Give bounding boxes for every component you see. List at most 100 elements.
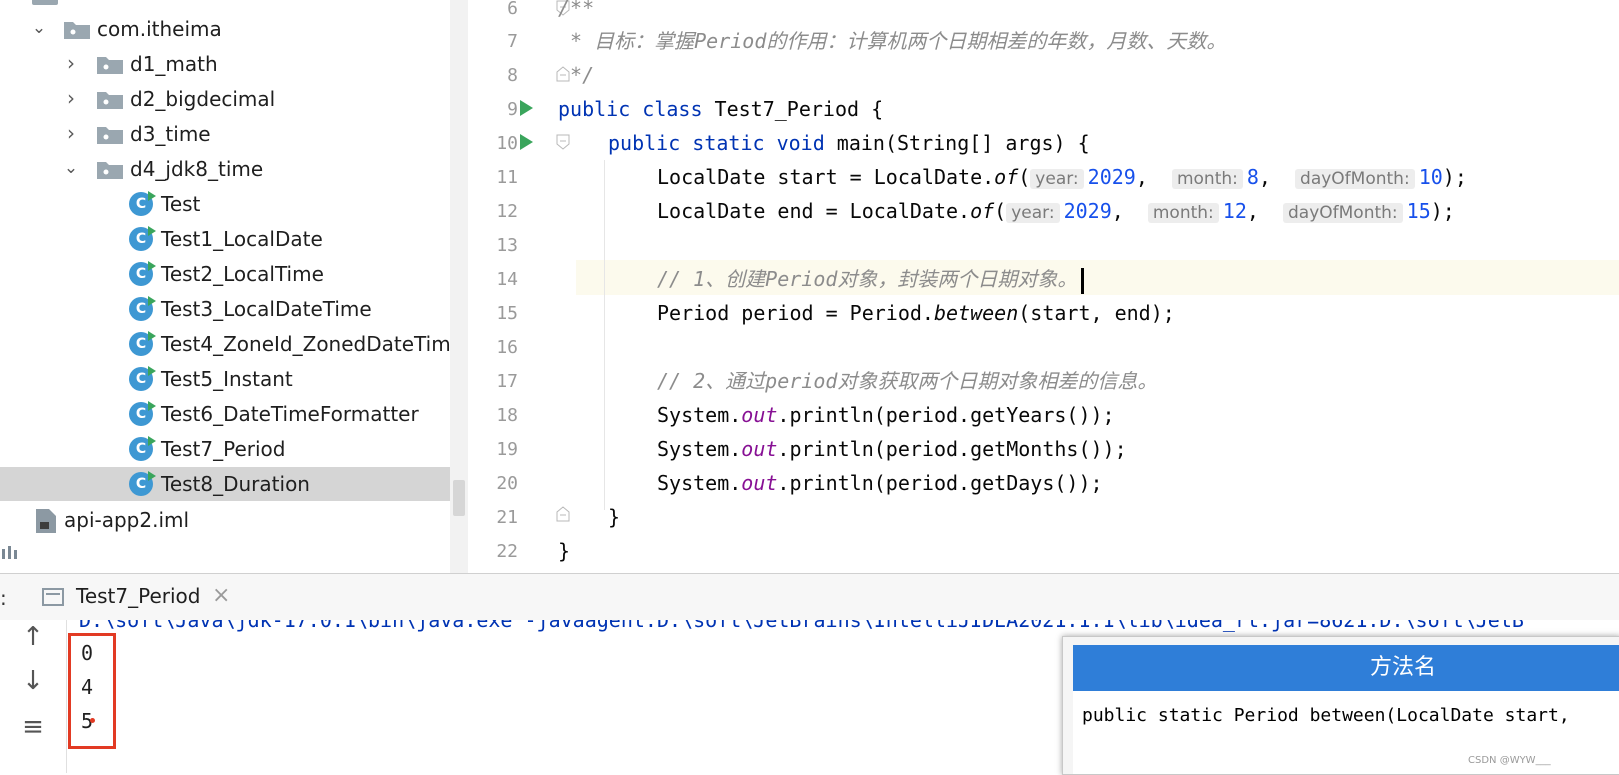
code-token: }	[608, 505, 621, 529]
java-class-icon: C	[129, 331, 156, 356]
param-hint: month:	[1171, 169, 1243, 189]
chevron-down-icon[interactable]: ⌄	[62, 159, 80, 177]
module-file-icon	[36, 509, 56, 533]
run-main-icon[interactable]	[520, 134, 533, 150]
tree-item-label: d4_jdk8_time	[130, 157, 264, 181]
number-literal: 8	[1246, 165, 1259, 189]
code-token: .println(period.getDays());	[777, 471, 1103, 495]
tree-row-partial-bottom[interactable]	[0, 539, 450, 573]
line-number: 21	[496, 507, 518, 528]
package-folder-icon	[64, 22, 90, 39]
line-number: 6	[507, 0, 518, 19]
line-number: 9	[507, 99, 518, 120]
chevron-down-icon[interactable]: ⌄	[30, 19, 48, 37]
fold-collapse-icon[interactable]	[556, 134, 570, 150]
text-caret	[1081, 267, 1085, 294]
method-decl: main(String[] args) {	[836, 131, 1090, 155]
output-highlight-box	[68, 633, 116, 749]
tree-scrollbar-thumb[interactable]	[453, 480, 465, 516]
keyword: public class	[558, 97, 715, 121]
line-number: 16	[496, 337, 518, 358]
chevron-right-icon[interactable]: ›	[62, 53, 80, 73]
tree-row-test8[interactable]: C Test8_Duration	[0, 467, 450, 501]
tree-item-label: d1_math	[130, 52, 218, 76]
soft-wrap-icon[interactable]: ≡	[18, 712, 48, 742]
tree-row-test[interactable]: C Test	[0, 187, 450, 221]
tree-row-d2-bigdecimal[interactable]: › d2_bigdecimal	[0, 82, 450, 116]
code-line-12: LocalDate end = LocalDate.of(year: 2029, …	[657, 199, 1455, 223]
line-number: 12	[496, 201, 518, 222]
number-literal: 15	[1406, 199, 1431, 223]
java-class-icon: C	[129, 191, 156, 216]
cursor-dot	[90, 718, 95, 723]
close-icon[interactable]: ×	[212, 583, 230, 608]
number-literal: 2029	[1087, 165, 1136, 189]
code-token: );	[1442, 165, 1467, 189]
line-comment: // 1、创建Period对象，封装两个日期对象。	[657, 267, 1078, 291]
code-token: );	[1430, 199, 1455, 223]
tree-item-label: d3_time	[130, 122, 211, 146]
tree-item-label: Test	[161, 192, 201, 216]
code-line-21: }	[608, 500, 620, 535]
down-arrow-icon[interactable]: ↓	[18, 666, 48, 696]
line-number: 13	[496, 235, 518, 256]
tree-row-d4-jdk8-time[interactable]: ⌄ d4_jdk8_time	[0, 152, 450, 186]
chevron-right-icon[interactable]: ›	[62, 88, 80, 108]
tree-row-test7[interactable]: C Test7_Period	[0, 432, 450, 466]
tree-row-test1[interactable]: C Test1_LocalDate	[0, 222, 450, 256]
tree-row-test2[interactable]: C Test2_LocalTime	[0, 257, 450, 291]
code-line-17: // 2、通过period对象获取两个日期对象相差的信息。	[657, 364, 1157, 399]
code-token: (	[994, 199, 1007, 223]
libraries-icon	[2, 546, 17, 559]
tree-row-com-itheima[interactable]: ⌄ com.itheima	[0, 12, 450, 46]
package-folder-icon	[97, 57, 123, 74]
tree-row-test6[interactable]: C Test6_DateTimeFormatter	[0, 397, 450, 431]
tree-row-partial[interactable]	[0, 0, 450, 12]
tree-item-label: Test6_DateTimeFormatter	[161, 402, 419, 426]
java-class-icon: C	[129, 366, 156, 391]
chevron-right-icon[interactable]: ›	[62, 123, 80, 143]
package-folder-icon	[97, 162, 123, 179]
tree-row-test5[interactable]: C Test5_Instant	[0, 362, 450, 396]
code-line-10: public static void main(String[] args) {	[608, 126, 1090, 161]
tree-row-test3[interactable]: C Test3_LocalDateTime	[0, 292, 450, 326]
java-class-icon: C	[129, 296, 156, 321]
static-field: out	[741, 471, 778, 495]
line-number: 17	[496, 371, 518, 392]
keyword: public static void	[608, 131, 837, 155]
line-number: 22	[496, 541, 518, 562]
tree-item-label: Test7_Period	[161, 437, 286, 461]
tree-scrollbar[interactable]	[450, 0, 468, 573]
code-line-9: public class Test7_Period {	[558, 92, 883, 127]
line-number: 8	[507, 65, 518, 86]
console-command-line: D:\soft\Java\jdk-17.0.1\bin\java.exe -ja…	[79, 620, 1524, 632]
up-arrow-icon[interactable]: ↑	[18, 622, 48, 652]
tree-row-d3-time[interactable]: › d3_time	[0, 117, 450, 151]
code-line-20: System.out.println(period.getDays());	[657, 466, 1103, 501]
console-toolbar: ↑ ↓ ≡	[0, 620, 67, 773]
popup-header: 方法名	[1073, 645, 1619, 691]
indent-guide	[604, 160, 605, 510]
run-class-icon[interactable]	[520, 100, 533, 116]
java-class-icon: C	[129, 226, 156, 251]
class-name: Test7_Period {	[714, 97, 884, 121]
tree-item-label: Test1_LocalDate	[161, 227, 323, 251]
tree-row-test4[interactable]: C Test4_ZoneId_ZonedDateTim	[0, 327, 450, 361]
doc-comment: */	[558, 63, 595, 87]
code-token: }	[558, 539, 571, 563]
watermark: CSDN @WYW___	[1468, 755, 1551, 766]
run-tab-test7-period[interactable]: Test7_Period ×	[30, 574, 240, 623]
tree-row-d1-math[interactable]: › d1_math	[0, 47, 450, 81]
code-line-6: /**	[558, 0, 594, 26]
run-tool-window-tabs: : Test7_Period ×	[0, 573, 1619, 623]
java-class-icon: C	[129, 401, 156, 426]
code-editor[interactable]: 6 7 8 9 10 11 12 13 14 15 16 17 18 19 20…	[468, 0, 1619, 573]
tree-item-label: Test5_Instant	[161, 367, 293, 391]
method-call: between	[933, 301, 1019, 325]
tree-row-iml-file[interactable]: api-app2.iml	[0, 503, 450, 537]
fold-end-icon[interactable]	[556, 506, 570, 522]
popup-header-label: 方法名	[1370, 655, 1437, 680]
line-number: 14	[496, 269, 518, 290]
line-number: 10	[496, 133, 518, 154]
param-hint: dayOfMonth:	[1283, 203, 1403, 223]
